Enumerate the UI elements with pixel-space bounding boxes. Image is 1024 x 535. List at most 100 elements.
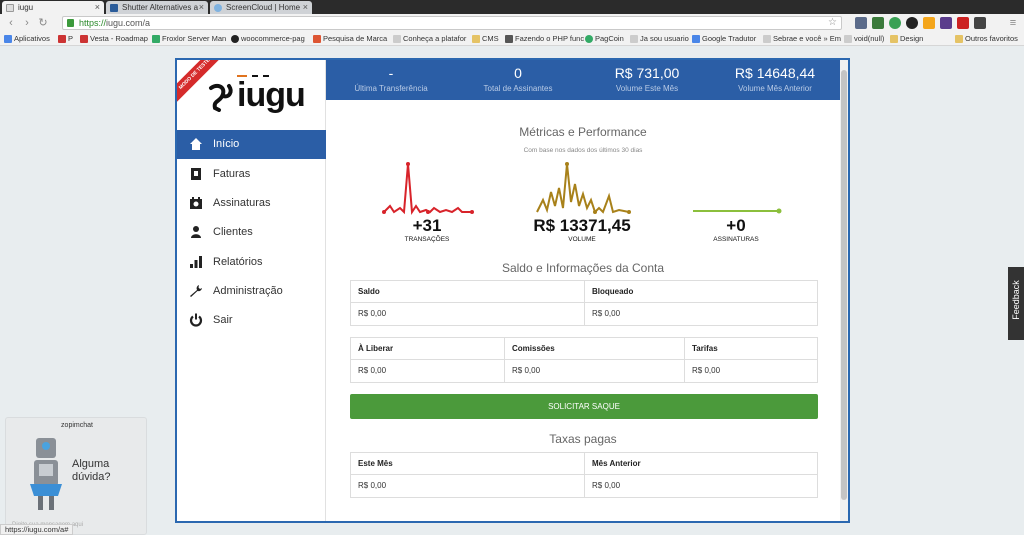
solicitar-saque-button[interactable]: SOLICITAR SAQUE [350, 394, 818, 419]
close-icon[interactable]: × [303, 1, 308, 14]
bookmark-item[interactable]: void(null) [844, 32, 884, 46]
bookmark-item[interactable]: PagCoin [585, 32, 624, 46]
cloud-icon [214, 4, 222, 12]
metric-transacoes: +31 TRANSAÇÕES [362, 216, 492, 243]
nav-item-relatorios[interactable]: Relatórios [177, 248, 326, 277]
nav-label: Administração [213, 285, 283, 297]
stats-bar: - Última Transferência 0 Total de Assina… [326, 60, 848, 100]
bar-chart-icon [190, 256, 202, 268]
table-row: R$ 0,00 R$ 0,00 R$ 0,00 [351, 360, 817, 382]
balance-table: Saldo Bloqueado R$ 0,00 R$ 0,00 [350, 280, 818, 326]
table-cell: R$ 0,00 [592, 309, 621, 318]
browser-tab-screencloud[interactable]: ScreenCloud | Home × [210, 1, 312, 14]
nav-item-sair[interactable]: Sair [177, 306, 326, 335]
metric-value: +0 [726, 216, 746, 235]
stat-label: Última Transferência [354, 84, 428, 93]
zopim-chat-widget[interactable]: zopimchat Alguma dúvida? Digite sua mens… [5, 417, 147, 535]
stat-value: R$ 14648,44 [734, 65, 816, 81]
tab-title: ScreenCloud | Home [226, 3, 301, 12]
table-row: R$ 0,00 R$ 0,00 [351, 475, 817, 497]
bookmark-apps[interactable]: Aplicativos [4, 32, 50, 46]
table-cell: R$ 0,00 [692, 366, 721, 375]
table-header-row: Este Mês Mês Anterior [351, 453, 817, 475]
star-icon[interactable]: ☆ [828, 17, 837, 29]
tab-title: iugu [18, 3, 34, 12]
browser-tab-shutter[interactable]: Shutter Alternatives a × [106, 1, 208, 14]
account-title: Saldo e Informações da Conta [501, 261, 665, 275]
bookmark-item[interactable]: Conheça a platafor [393, 32, 466, 46]
table-header: Mês Anterior [592, 459, 641, 468]
nav-item-clientes[interactable]: Clientes [177, 218, 326, 247]
extension-icon[interactable] [855, 17, 867, 29]
page-icon [6, 4, 14, 12]
table-header: Comissões [505, 338, 685, 360]
folder-icon [955, 35, 963, 43]
bookmark-icon [393, 35, 401, 43]
iugu-logo-icon [209, 84, 233, 112]
folder-icon [472, 35, 480, 43]
bookmark-item[interactable]: Froxlor Server Man [152, 32, 226, 46]
scrollbar[interactable] [840, 60, 848, 521]
release-table: À Liberar Comissões Tarifas R$ 0,00 R$ 0… [350, 337, 818, 383]
extension-icon[interactable] [923, 17, 935, 29]
bookmark-item[interactable]: woocommerce-pag [231, 32, 305, 46]
browser-tab-iugu[interactable]: iugu × [2, 1, 104, 14]
back-icon[interactable]: ‹ [4, 16, 18, 30]
stat-label: Total de Assinantes [483, 84, 553, 93]
reload-icon[interactable]: ↻ [36, 16, 50, 30]
nav-item-faturas[interactable]: Faturas [177, 160, 326, 189]
bookmark-folder[interactable]: CMS [472, 32, 499, 46]
nav-item-assinaturas[interactable]: Assinaturas [177, 189, 326, 218]
stat-label: Volume Este Mês [615, 84, 679, 93]
forward-icon[interactable]: › [20, 16, 34, 30]
nav-item-administracao[interactable]: Administração [177, 277, 326, 306]
site-icon [110, 4, 118, 12]
extension-icon[interactable] [940, 17, 952, 29]
bookmark-item[interactable]: Sebrae e você » Em [763, 32, 841, 46]
bookmark-icon [80, 35, 88, 43]
metric-label: ASSINATURAS [713, 236, 759, 243]
feedback-tab[interactable]: Feedback [1008, 267, 1024, 340]
table-row: R$ 0,00 R$ 0,00 [351, 303, 817, 325]
bookmark-item[interactable]: Fazendo o PHP func [505, 32, 584, 46]
bookmark-folder[interactable]: Design [890, 32, 923, 46]
nav-item-inicio[interactable]: Início [177, 130, 326, 159]
browser-toolbar: ‹ › ↻ https://iugu.com/a ☆ ≡ [0, 14, 1024, 32]
bookmark-item[interactable]: Vesta - Roadmap [80, 32, 148, 46]
scrollbar-thumb[interactable] [841, 70, 847, 500]
close-icon[interactable]: × [95, 1, 100, 14]
stat-volume-mes-anterior: R$ 14648,44 Volume Mês Anterior [710, 60, 840, 100]
table-header: À Liberar [351, 338, 505, 360]
volume-sparkline [536, 162, 631, 214]
bookmark-item[interactable]: P [58, 32, 73, 46]
metrics-title: Métricas e Performance [519, 125, 647, 139]
iugu-logo[interactable]: iugu [207, 70, 307, 120]
iugu-dashboard: MODO DE TESTE iugu Início Faturas Assina… [175, 58, 850, 523]
bookmark-icon [152, 35, 160, 43]
nav-label: Clientes [213, 226, 253, 238]
bookmark-icon [763, 35, 771, 43]
main-content: Métricas e Performance Com base nos dado… [327, 100, 839, 521]
menu-icon[interactable]: ≡ [1006, 16, 1020, 30]
home-icon [190, 138, 202, 150]
stat-value: - [388, 65, 394, 81]
nav-label: Sair [213, 314, 233, 326]
address-bar[interactable]: https://iugu.com/a ☆ [62, 16, 842, 30]
bookmark-item[interactable]: Google Tradutor [692, 32, 756, 46]
metric-assinaturas: +0 ASSINATURAS [671, 216, 801, 243]
table-header: Bloqueado [592, 287, 634, 296]
close-icon[interactable]: × [199, 1, 204, 14]
extension-icon[interactable] [889, 17, 901, 29]
extension-icon[interactable] [872, 17, 884, 29]
extension-icon[interactable] [974, 17, 986, 29]
stat-value: 0 [514, 65, 522, 81]
feedback-label: Feedback [1011, 280, 1021, 320]
chat-question: Alguma dúvida? [72, 458, 111, 483]
extension-icon[interactable] [957, 17, 969, 29]
extension-icon[interactable] [906, 17, 918, 29]
bookmark-item[interactable]: Ja sou usuario [630, 32, 689, 46]
bookmark-icon [313, 35, 321, 43]
github-icon [231, 35, 239, 43]
bookmark-folder[interactable]: Outros favoritos [955, 32, 1018, 46]
bookmark-item[interactable]: Pesquisa de Marca [313, 32, 387, 46]
